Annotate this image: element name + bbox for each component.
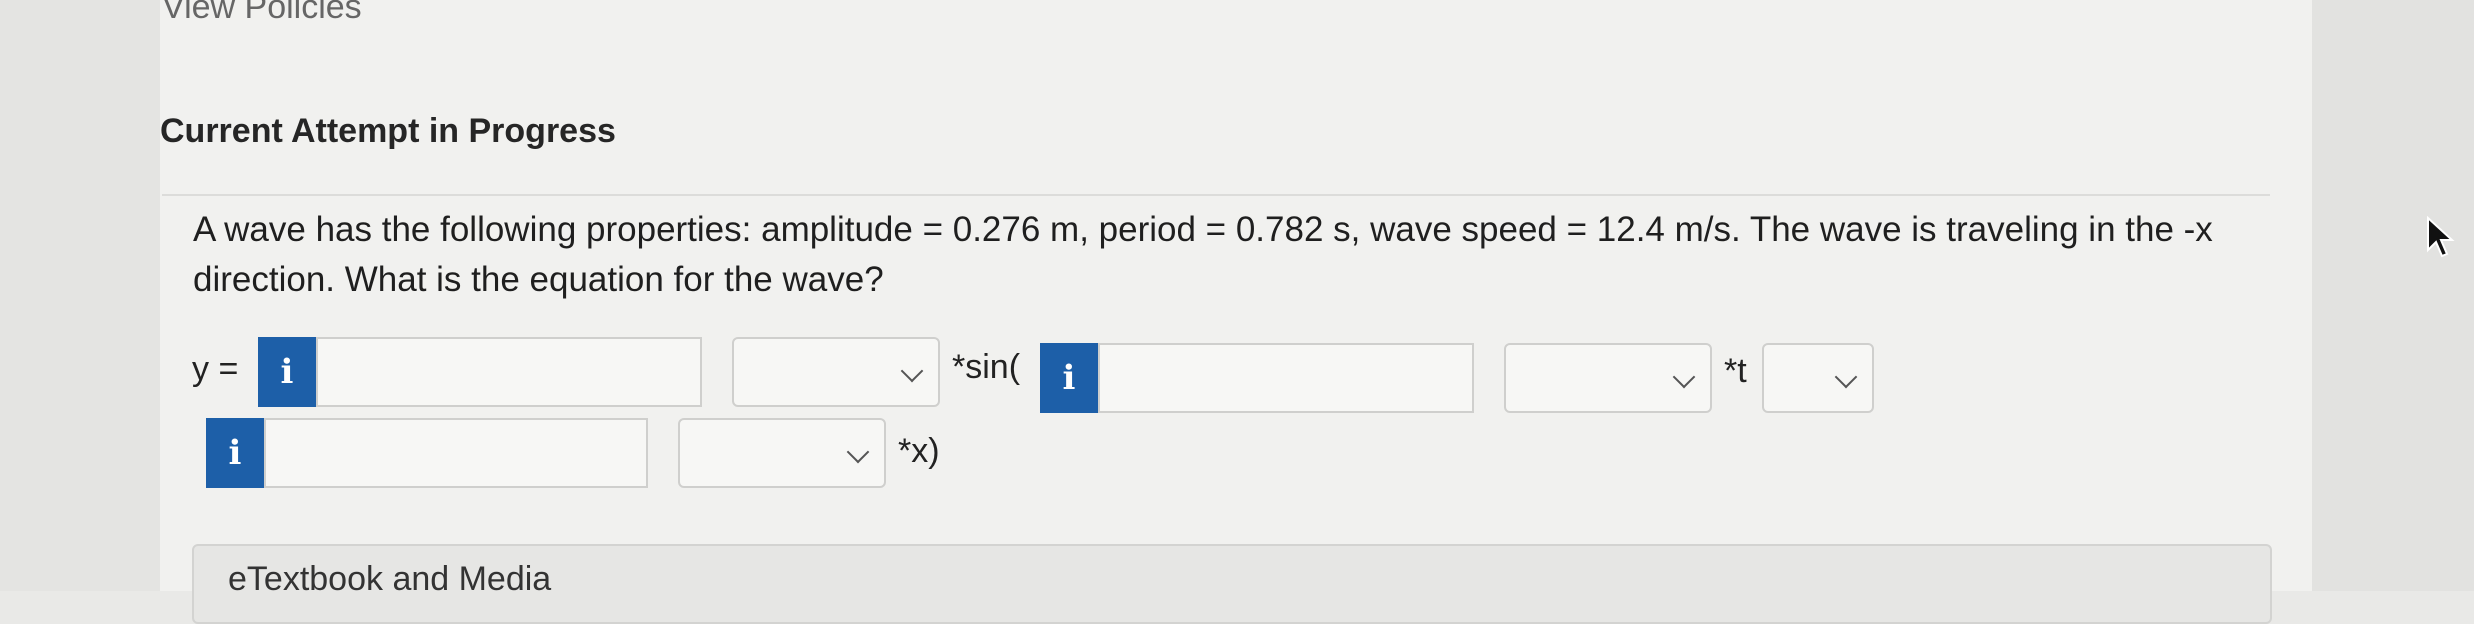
etextbook-label: eTextbook and Media (228, 560, 552, 598)
left-margin (0, 0, 160, 591)
info-glyph: i (1062, 358, 1076, 398)
x-close-label: *x) (898, 432, 940, 470)
omega-info-icon[interactable]: i (1040, 343, 1098, 413)
t-unit-select[interactable] (1762, 343, 1874, 413)
info-glyph: i (228, 433, 242, 473)
right-margin (2312, 0, 2474, 591)
chevron-down-icon (900, 359, 924, 383)
k-input[interactable] (264, 418, 648, 488)
divider (162, 194, 2270, 196)
omega-unit-select[interactable] (1504, 343, 1712, 413)
chevron-down-icon (846, 440, 870, 464)
sin-label: *sin( (952, 348, 1021, 386)
question-text: A wave has the following properties: amp… (193, 210, 2213, 299)
t-label: *t (1724, 352, 1747, 390)
omega-input[interactable] (1098, 343, 1474, 413)
amplitude-unit-select[interactable] (732, 337, 940, 407)
y-equals-label: y = (192, 350, 239, 388)
k-info-icon[interactable]: i (206, 418, 264, 488)
mouse-cursor-icon (2427, 216, 2455, 258)
view-policies-link[interactable]: View Policies (162, 0, 362, 27)
amplitude-input[interactable] (316, 337, 702, 407)
chevron-down-icon (1834, 365, 1858, 389)
k-unit-select[interactable] (678, 418, 886, 488)
amplitude-info-icon[interactable]: i (258, 337, 316, 407)
info-glyph: i (280, 352, 294, 392)
chevron-down-icon (1672, 365, 1696, 389)
attempt-title: Current Attempt in Progress (160, 112, 616, 150)
